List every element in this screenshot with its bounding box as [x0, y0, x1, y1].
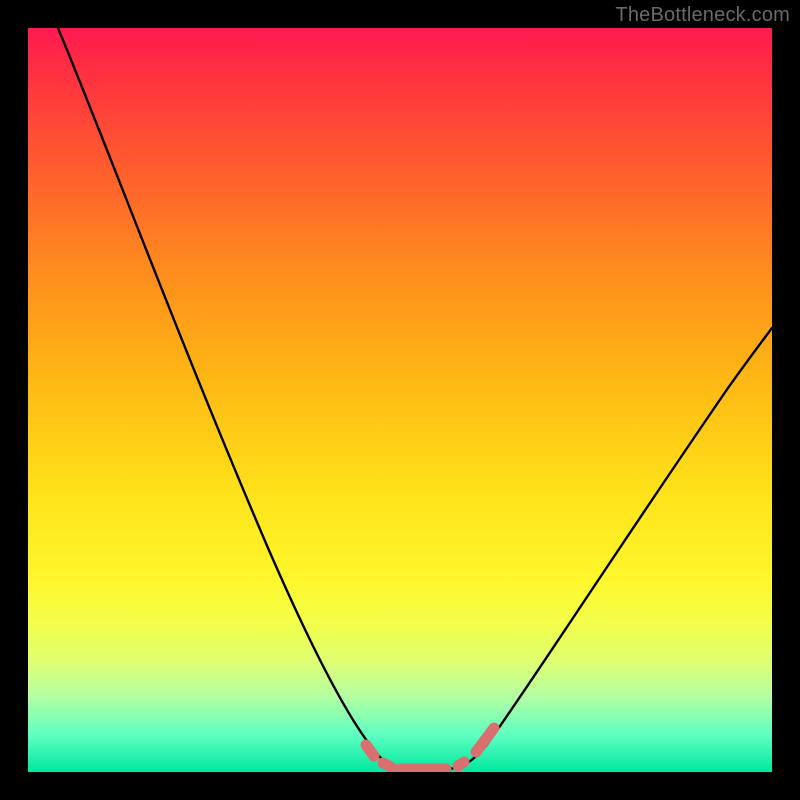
highlight-markers — [366, 728, 494, 769]
plot-area — [28, 28, 772, 772]
curve-layer — [28, 28, 772, 772]
watermark-text: TheBottleneck.com — [615, 4, 790, 27]
bottleneck-curve — [58, 28, 772, 769]
chart-stage: TheBottleneck.com — [0, 0, 800, 800]
